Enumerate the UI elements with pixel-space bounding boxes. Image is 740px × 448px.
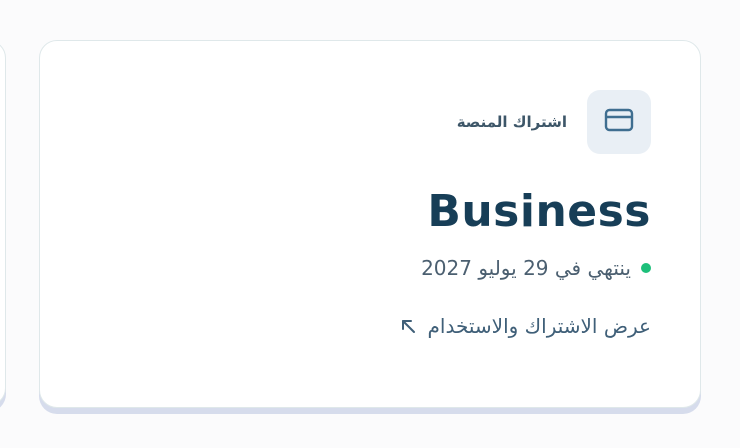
card-content: اشتراك المنصة Business ينتهي في 29 يوليو… [80,90,651,338]
status-dot [641,263,651,273]
arrow-up-left-icon [400,318,416,334]
status-row: ينتهي في 29 يوليو 2027 [80,256,651,280]
card-header: اشتراك المنصة [80,90,651,154]
page: اشتراك المنصة Business ينتهي في 29 يوليو… [0,0,740,448]
status-text: ينتهي في 29 يوليو 2027 [421,256,631,280]
card-kicker: اشتراك المنصة [456,113,567,131]
view-subscription-link[interactable]: عرض الاشتراك والاستخدام [400,314,651,338]
icon-tile [587,90,651,154]
subscription-card: اشتراك المنصة Business ينتهي في 29 يوليو… [39,40,701,408]
plan-name: Business [427,186,651,237]
link-label: عرض الاشتراك والاستخدام [427,314,651,338]
credit-card-icon [604,108,634,136]
neighbor-card [0,40,6,406]
